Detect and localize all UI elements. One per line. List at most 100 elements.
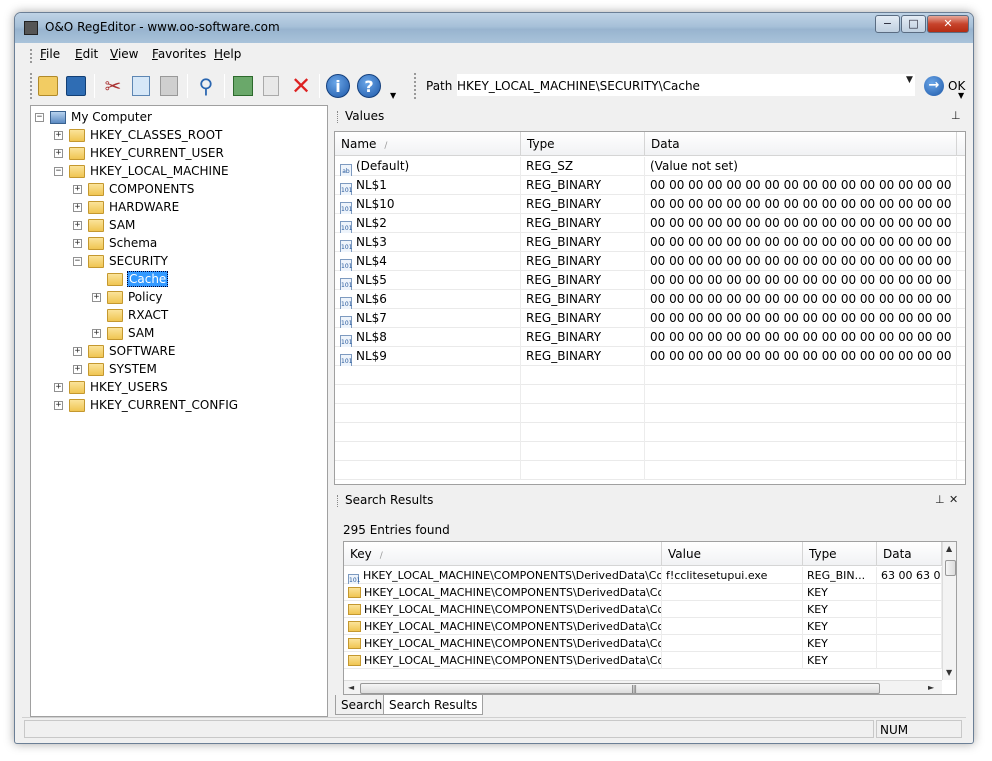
table-row[interactable]: 101 NL$4 REG_BINARY 00 00 00 00 00 00 00 00… — [335, 252, 965, 271]
table-row[interactable]: 101 NL$6 REG_BINARY 00 00 00 00 00 00 00 00… — [335, 290, 965, 309]
table-row[interactable] — [335, 366, 965, 385]
tree-item[interactable]: + HKEY_USERS — [54, 378, 169, 396]
vertical-scrollbar[interactable]: ▲ ▼ — [942, 542, 956, 680]
scroll-thumb[interactable] — [945, 560, 956, 576]
toolbar-overflow-icon[interactable]: ▼ — [390, 91, 396, 100]
expand-icon[interactable]: + — [73, 184, 82, 194]
cut-button[interactable]: ✂ — [99, 72, 127, 100]
toolbar-grip[interactable] — [30, 73, 33, 99]
column-header-name[interactable]: Name / — [335, 132, 521, 156]
collapse-icon[interactable]: − — [54, 166, 63, 176]
scroll-left-icon[interactable]: ◄ — [348, 683, 354, 692]
scroll-up-icon[interactable]: ▲ — [946, 544, 952, 553]
table-row[interactable]: HKEY_LOCAL_MACHINE\COMPONENTS\DerivedDat… — [344, 635, 942, 652]
tab-search[interactable]: Search — [335, 695, 389, 715]
expand-icon[interactable]: + — [73, 202, 82, 212]
tree-item[interactable]: − SECURITY — [73, 252, 169, 270]
table-row[interactable]: 101 NL$9 REG_BINARY 00 00 00 00 00 00 00 00… — [335, 347, 965, 366]
tree-item[interactable]: + Schema — [73, 234, 158, 252]
table-row[interactable]: 101 NL$8 REG_BINARY 00 00 00 00 00 00 00 00… — [335, 328, 965, 347]
open-button[interactable] — [34, 72, 62, 100]
tree-item[interactable]: + SYSTEM — [73, 360, 158, 378]
copy-button[interactable] — [127, 72, 155, 100]
menu-edit[interactable]: Edit — [75, 47, 98, 61]
pin-icon[interactable]: ⊥ — [935, 493, 945, 506]
tree-item[interactable]: + HKEY_CURRENT_USER — [54, 144, 225, 162]
expand-icon[interactable]: + — [54, 130, 63, 140]
table-row[interactable] — [335, 442, 965, 461]
column-header-type[interactable]: Type — [521, 132, 645, 156]
table-row[interactable]: 101 NL$1 REG_BINARY 00 00 00 00 00 00 00 00… — [335, 176, 965, 195]
info-button[interactable]: i — [324, 72, 352, 100]
scroll-down-icon[interactable]: ▼ — [946, 668, 952, 677]
table-row[interactable]: 101 HKEY_LOCAL_MACHINE\COMPONENTS\Derived… — [344, 567, 942, 584]
tree-item[interactable]: + HARDWARE — [73, 198, 180, 216]
table-row[interactable]: 101 NL$7 REG_BINARY 00 00 00 00 00 00 00 00… — [335, 309, 965, 328]
collapse-icon[interactable]: − — [35, 112, 44, 122]
expand-icon[interactable]: + — [54, 148, 63, 158]
tree-item[interactable]: + SAM — [73, 216, 136, 234]
column-header-key[interactable]: Key / — [344, 542, 662, 566]
table-row[interactable]: HKEY_LOCAL_MACHINE\COMPONENTS\DerivedDat… — [344, 601, 942, 618]
find-button[interactable]: ⚲ — [192, 72, 220, 100]
pathbar-overflow-icon[interactable]: ▼ — [958, 91, 964, 100]
tree-item[interactable]: Cache — [92, 270, 169, 288]
paste-button[interactable] — [155, 72, 183, 100]
pin-icon[interactable]: ⊥ — [951, 109, 961, 122]
tree-item[interactable]: + Policy — [92, 288, 164, 306]
close-panel-icon[interactable]: ✕ — [949, 493, 958, 506]
column-header-data[interactable]: Data — [645, 132, 957, 156]
minimize-button[interactable]: − — [875, 15, 900, 33]
expand-icon[interactable]: + — [92, 292, 101, 302]
collapse-icon[interactable]: − — [73, 256, 82, 266]
table-row[interactable] — [335, 423, 965, 442]
search-results-grid[interactable]: Key / Value Type Data 101 HKEY_LOCAL_MACHI… — [343, 541, 957, 695]
path-input[interactable]: HKEY_LOCAL_MACHINE\SECURITY\Cache — [456, 73, 916, 97]
save-button[interactable] — [62, 72, 90, 100]
expand-icon[interactable]: + — [73, 238, 82, 248]
expand-icon[interactable]: + — [92, 328, 101, 338]
table-row[interactable]: HKEY_LOCAL_MACHINE\COMPONENTS\DerivedDat… — [344, 618, 942, 635]
scroll-thumb[interactable]: ||| — [360, 683, 880, 694]
table-row[interactable]: HKEY_LOCAL_MACHINE\COMPONENTS\DerivedDat… — [344, 584, 942, 601]
tree-item[interactable]: − HKEY_LOCAL_MACHINE — [54, 162, 230, 180]
help-button[interactable]: ? — [355, 72, 383, 100]
tree-item[interactable]: RXACT — [92, 306, 169, 324]
new-document-button[interactable] — [257, 72, 285, 100]
tab-search-results[interactable]: Search Results — [383, 695, 484, 715]
values-grid[interactable]: Name / Type Data ab (Default) REG_SZ (Value … — [334, 131, 966, 485]
maximize-button[interactable]: □ — [901, 15, 926, 33]
tree-item[interactable]: + HKEY_CLASSES_ROOT — [54, 126, 223, 144]
close-button[interactable]: ✕ — [927, 15, 969, 33]
scroll-right-icon[interactable]: ► — [928, 683, 934, 692]
table-row[interactable]: 101 NL$2 REG_BINARY 00 00 00 00 00 00 00 00… — [335, 214, 965, 233]
path-dropdown-icon[interactable]: ▼ — [906, 75, 913, 85]
table-row[interactable]: HKEY_LOCAL_MACHINE\COMPONENTS\DerivedDat… — [344, 652, 942, 669]
tree-item[interactable]: + COMPONENTS — [73, 180, 195, 198]
delete-button[interactable]: ✕ — [287, 72, 315, 100]
pathbar-grip[interactable] — [414, 73, 417, 99]
menu-favorites[interactable]: Favorites — [152, 47, 206, 61]
table-row[interactable]: 101 NL$3 REG_BINARY 00 00 00 00 00 00 00 00… — [335, 233, 965, 252]
tree-item[interactable]: + SOFTWARE — [73, 342, 176, 360]
expand-icon[interactable]: + — [73, 364, 82, 374]
expand-icon[interactable]: + — [54, 382, 63, 392]
title-bar[interactable]: O&O RegEditor - www.oo-software.com − □ … — [15, 13, 973, 43]
export-button[interactable] — [229, 72, 257, 100]
horizontal-scrollbar[interactable]: ◄ ||| ► — [344, 680, 942, 694]
table-row[interactable] — [335, 461, 965, 480]
column-header-value[interactable]: Value — [662, 542, 803, 566]
column-header-type[interactable]: Type — [803, 542, 877, 566]
table-row[interactable]: 101 NL$10 REG_BINARY 00 00 00 00 00 00 00 0… — [335, 195, 965, 214]
expand-icon[interactable]: + — [73, 346, 82, 356]
menu-view[interactable]: View — [110, 47, 138, 61]
expand-icon[interactable]: + — [54, 400, 63, 410]
registry-tree[interactable]: − My Computer + HKEY_CLASSES_ROOT + HKEY_CU… — [30, 105, 328, 717]
column-header-data[interactable]: Data — [877, 542, 942, 566]
tree-item-my-computer[interactable]: − My Computer — [35, 108, 153, 126]
table-row[interactable]: ab (Default) REG_SZ (Value not set) — [335, 157, 965, 176]
table-row[interactable] — [335, 404, 965, 423]
expand-icon[interactable]: + — [73, 220, 82, 230]
table-row[interactable]: 101 NL$5 REG_BINARY 00 00 00 00 00 00 00 00… — [335, 271, 965, 290]
menu-grip[interactable] — [30, 49, 33, 63]
